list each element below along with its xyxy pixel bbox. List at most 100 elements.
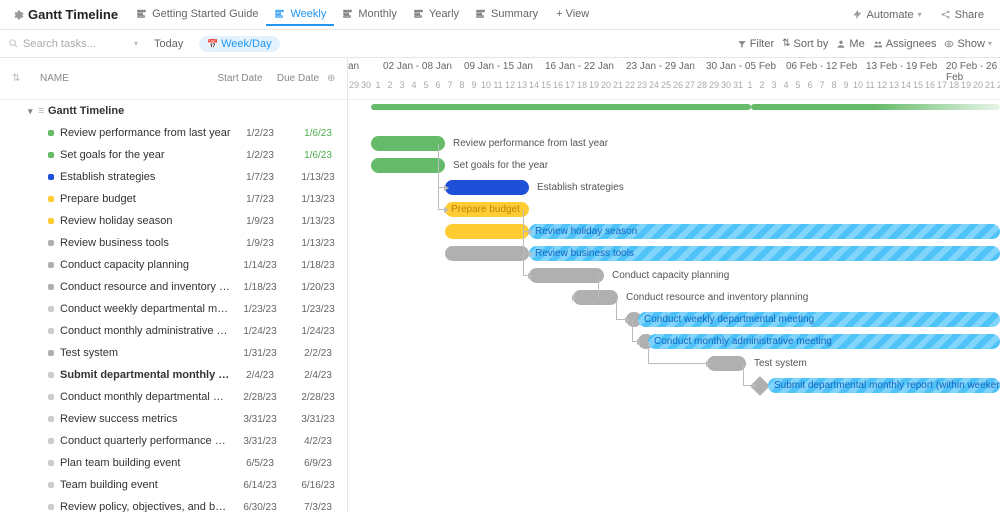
task-name: Prepare budget xyxy=(60,193,231,205)
start-date: 1/7/23 xyxy=(231,194,289,205)
status-square xyxy=(48,196,54,202)
tab-bar: Gantt Timeline Getting Started GuideWeek… xyxy=(0,0,1000,30)
gantt-timeline[interactable]: an02 Jan - 08 Jan09 Jan - 15 Jan16 Jan -… xyxy=(348,58,1000,512)
tab-getting-started-guide[interactable]: Getting Started Guide xyxy=(128,4,266,26)
task-row[interactable]: Review success metrics3/31/233/31/23 xyxy=(0,408,347,430)
task-name: Conduct monthly departmental m... xyxy=(60,391,231,403)
day-label: 5 xyxy=(420,80,432,90)
gantt-bar-overflow[interactable]: Review holiday season xyxy=(529,224,1000,239)
gantt-bar[interactable]: Prepare budget xyxy=(445,202,529,217)
due-date: 1/20/23 xyxy=(289,282,347,293)
task-row[interactable]: Test system1/31/232/2/23 xyxy=(0,342,347,364)
gantt-bar[interactable] xyxy=(371,158,445,173)
task-row[interactable]: Establish strategies1/7/231/13/23 xyxy=(0,166,347,188)
status-square xyxy=(48,460,54,466)
col-due[interactable]: Due Date xyxy=(269,73,327,84)
day-label: 12 xyxy=(876,80,888,90)
day-label: 16 xyxy=(552,80,564,90)
gantt-bar[interactable] xyxy=(445,224,529,239)
task-row[interactable]: Conduct quarterly performance m...3/31/2… xyxy=(0,430,347,452)
task-row[interactable]: Conduct monthly administrative m...1/24/… xyxy=(0,320,347,342)
task-name: Plan team building event xyxy=(60,457,231,469)
gantt-bar-overflow[interactable]: Submit departmental monthly report (with… xyxy=(768,378,1000,393)
task-row[interactable]: Conduct monthly departmental m...2/28/23… xyxy=(0,386,347,408)
scale-toggle[interactable]: 📅 Week/Day xyxy=(199,36,279,52)
task-row[interactable]: Review performance from last year1/2/231… xyxy=(0,122,347,144)
task-row[interactable]: Plan team building event6/5/236/9/23 xyxy=(0,452,347,474)
filter-button[interactable]: Filter xyxy=(737,38,774,50)
status-square xyxy=(48,416,54,422)
task-name: Conduct resource and inventory pl... xyxy=(60,281,231,293)
dependency-arrow xyxy=(528,273,533,279)
sort-button[interactable]: ⇅ Sort by xyxy=(782,38,828,50)
week-label: 30 Jan - 05 Feb xyxy=(706,61,776,72)
group-row[interactable]: ▾≡Gantt Timeline xyxy=(0,100,347,122)
group-summary-bar[interactable] xyxy=(371,104,751,110)
gantt-bar-overflow[interactable]: Review business tools xyxy=(529,246,1000,261)
day-label: 2 xyxy=(384,80,396,90)
search-input[interactable]: Search tasks... ▾ xyxy=(8,38,138,50)
gantt-bar[interactable] xyxy=(445,180,529,195)
dependency-arrow xyxy=(637,339,642,345)
status-square xyxy=(48,306,54,312)
day-label: 26 xyxy=(672,80,684,90)
add-column-button[interactable]: ⊕ xyxy=(327,73,347,84)
tab-yearly[interactable]: Yearly xyxy=(405,4,467,26)
task-row[interactable]: Prepare budget1/7/231/13/23 xyxy=(0,188,347,210)
assignees-button[interactable]: Assignees xyxy=(873,38,937,50)
day-label: 9 xyxy=(840,80,852,90)
start-date: 1/2/23 xyxy=(231,128,289,139)
day-label: 21 xyxy=(612,80,624,90)
status-square xyxy=(48,240,54,246)
gantt-bar-overflow[interactable]: Conduct weekly departmental meeting xyxy=(638,312,1000,327)
collapse-icon[interactable]: ▾ xyxy=(28,106,38,117)
task-row[interactable]: Review holiday season1/9/231/13/23 xyxy=(0,210,347,232)
day-label: 8 xyxy=(456,80,468,90)
tab-weekly[interactable]: Weekly xyxy=(266,4,334,26)
chevron-down-icon: ▾ xyxy=(134,39,138,48)
day-label: 30 xyxy=(360,80,372,90)
day-label: 17 xyxy=(564,80,576,90)
task-row[interactable]: Conduct resource and inventory pl...1/18… xyxy=(0,276,347,298)
day-label: 12 xyxy=(504,80,516,90)
day-label: 19 xyxy=(960,80,972,90)
start-date: 1/24/23 xyxy=(231,326,289,337)
task-row[interactable]: Conduct weekly departmental me...1/23/23… xyxy=(0,298,347,320)
col-start[interactable]: Start Date xyxy=(211,73,269,84)
task-name: Team building event xyxy=(60,479,231,491)
start-date: 1/31/23 xyxy=(231,348,289,359)
me-filter-button[interactable]: Me xyxy=(836,38,864,50)
bar-label: Establish strategies xyxy=(537,182,624,193)
today-button[interactable]: Today xyxy=(146,36,191,52)
due-date: 6/9/23 xyxy=(289,458,347,469)
dependency-arrow xyxy=(625,317,630,323)
share-icon xyxy=(940,9,951,20)
task-row[interactable]: Review business tools1/9/231/13/23 xyxy=(0,232,347,254)
day-label: 8 xyxy=(828,80,840,90)
sort-handle-icon[interactable]: ⇅ xyxy=(12,73,20,84)
day-label: 22 xyxy=(996,80,1000,90)
search-icon xyxy=(8,38,19,49)
gantt-bar[interactable] xyxy=(445,246,529,261)
add-view-button[interactable]: + View xyxy=(548,4,597,26)
tab-summary[interactable]: Summary xyxy=(467,4,546,26)
task-row[interactable]: Team building event6/14/236/16/23 xyxy=(0,474,347,496)
automate-button[interactable]: Automate ▾ xyxy=(844,6,930,24)
task-name: Conduct weekly departmental me... xyxy=(60,303,231,315)
week-label: 06 Feb - 12 Feb xyxy=(786,61,857,72)
status-square xyxy=(48,482,54,488)
share-button[interactable]: Share xyxy=(932,6,992,24)
col-name[interactable]: NAME xyxy=(40,73,211,84)
gantt-bar[interactable] xyxy=(371,136,445,151)
task-row[interactable]: Review policy, objectives, and busi...6/… xyxy=(0,496,347,512)
gantt-bar[interactable] xyxy=(529,268,604,283)
dependency-arrow xyxy=(752,383,757,389)
task-row[interactable]: Submit departmental monthly re...2/4/232… xyxy=(0,364,347,386)
gantt-bar[interactable] xyxy=(707,356,746,371)
show-button[interactable]: Show ▾ xyxy=(944,38,992,50)
tab-monthly[interactable]: Monthly xyxy=(334,4,405,26)
gantt-bar[interactable] xyxy=(573,290,618,305)
task-row[interactable]: Set goals for the year1/2/231/6/23 xyxy=(0,144,347,166)
day-label: 1 xyxy=(372,80,384,90)
task-row[interactable]: Conduct capacity planning1/14/231/18/23 xyxy=(0,254,347,276)
